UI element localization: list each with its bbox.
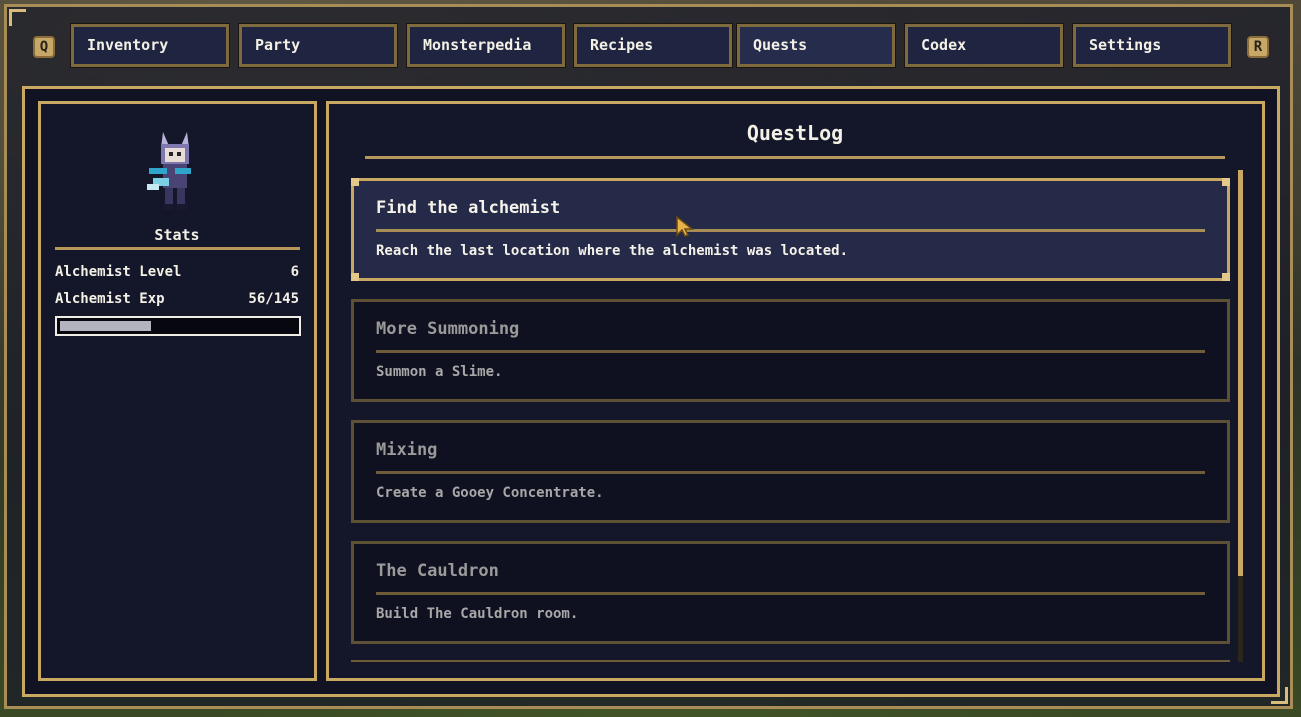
quest-divider <box>376 592 1205 595</box>
quest-title: Find the alchemist <box>376 198 561 218</box>
quest-log-title: QuestLog <box>746 121 844 145</box>
quest-divider <box>376 471 1205 474</box>
exp-progress-bar <box>55 316 301 336</box>
quest-divider <box>376 350 1205 353</box>
selection-corner <box>1222 178 1230 186</box>
alchemist-level-label: Alchemist Level <box>55 264 182 280</box>
quest-item-selected[interactable]: Find the alchemist Reach the last locati… <box>351 178 1230 281</box>
tab-recipes[interactable]: Recipes <box>573 23 733 68</box>
alchemist-exp-label: Alchemist Exp <box>55 291 165 307</box>
divider <box>55 247 300 250</box>
alchemist-character-sprite <box>147 132 191 210</box>
alchemist-exp-row: Alchemist Exp 56/145 <box>55 291 299 307</box>
alchemist-exp-value: 56/145 <box>248 291 299 307</box>
tab-party[interactable]: Party <box>238 23 398 68</box>
quest-description: Build The Cauldron room. <box>376 606 579 622</box>
quest-item[interactable]: The Cauldron Build The Cauldron room. <box>351 541 1230 644</box>
quest-description: Create a Gooey Concentrate. <box>376 485 604 501</box>
selection-corner <box>1222 273 1230 281</box>
quest-title: More Summoning <box>376 319 520 339</box>
pointer-cursor-icon <box>676 216 694 237</box>
scrollbar-thumb[interactable] <box>1238 170 1243 576</box>
tab-settings[interactable]: Settings <box>1072 23 1232 68</box>
q-shoulder-button[interactable]: Q <box>33 36 55 58</box>
selection-corner <box>351 178 359 186</box>
stats-heading: Stats <box>154 226 200 244</box>
quest-description: Reach the last location where the alchem… <box>376 243 849 259</box>
quest-item[interactable]: More Summoning Summon a Slime. <box>351 299 1230 402</box>
tab-inventory[interactable]: Inventory <box>70 23 230 68</box>
quest-title: The Cauldron <box>376 561 499 581</box>
quest-item[interactable]: Mixing Create a Gooey Concentrate. <box>351 420 1230 523</box>
quest-list-scrollbar[interactable] <box>1238 170 1243 662</box>
quest-title: Mixing <box>376 440 438 460</box>
alchemist-level-row: Alchemist Level 6 <box>55 264 299 280</box>
frame-corner-ornament <box>9 9 26 26</box>
exp-progress-fill <box>60 321 151 331</box>
tab-monsterpedia[interactable]: Monsterpedia <box>406 23 566 68</box>
alchemist-level-value: 6 <box>290 264 299 280</box>
quest-description: Summon a Slime. <box>376 364 503 380</box>
r-shoulder-button[interactable]: R <box>1247 36 1269 58</box>
tab-quests[interactable]: Quests <box>736 23 896 68</box>
list-bottom-divider <box>351 660 1230 662</box>
quest-divider <box>376 229 1205 232</box>
selection-corner <box>351 273 359 281</box>
tab-codex[interactable]: Codex <box>904 23 1064 68</box>
divider <box>365 156 1225 159</box>
